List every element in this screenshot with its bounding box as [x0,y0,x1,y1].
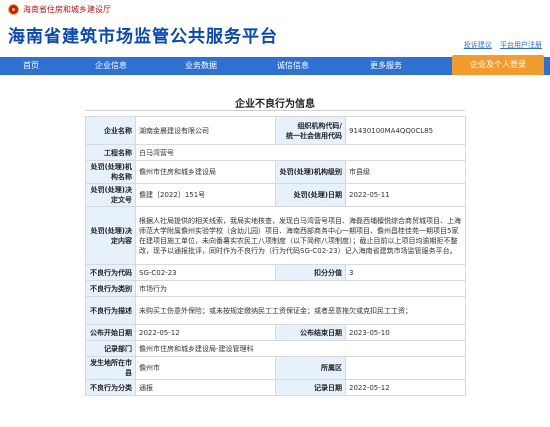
description-label: 不良行为描述 [85,296,136,325]
decision-no-label: 处罚(处理)决定文号 [85,183,136,207]
decision-date-value: 2022-05-11 [345,183,466,207]
decision-no-value: 儋建〔2022〕151号 [135,183,276,207]
complaint-link[interactable]: 投诉建议 [464,41,492,49]
handling-org-label: 处罚(处理)机构名称 [85,160,136,184]
handling-level-label: 处罚(处理)机构级别 [275,160,346,184]
emblem-icon [8,4,19,15]
handling-org-value: 儋州市住房和城乡建设局 [135,160,276,184]
nav-credit-info[interactable]: 诚信信息 [262,57,324,75]
org-code-value: 91430100MA4QQ0CL85 [345,116,466,145]
nav-business-data[interactable]: 业务数据 [170,57,232,75]
description-value: 未购买工伤意外保险；或未按规定缴纳民工工资保证金；或者恶意拖欠或克扣民工工资； [135,296,466,325]
decision-date-label: 处罚(处理)日期 [275,183,346,207]
table-row: 发生地所在市县 儋州市 所属区 [85,356,466,380]
company-value: 湖南金晨建设有限公司 [135,116,276,145]
panel-title: 企业不良行为信息 [235,99,315,110]
table-row: 处罚(处理)机构名称 儋州市住房和城乡建设局 处罚(处理)机构级别 市县级 [85,160,466,184]
deduct-value: 3 [345,264,466,281]
publish-end-label: 公布结束日期 [275,324,346,341]
detail-table: 企业名称 湖南金晨建设有限公司 组织机构代码/ 统一社会信用代码 9143010… [85,116,466,396]
table-row: 处罚(处理)决定内容 根据人社局提供的相关线索，我局实地核查，发现白马湾营号项目… [85,206,466,265]
org-code-label-line1: 组织机构代码/ [297,121,342,130]
record-value: 儋州市住房和城乡建设局-建设管理科 [135,340,466,357]
handling-level-value: 市县级 [345,160,466,184]
table-row: 不良行为分类 通报 记录日期 2022-05-12 [85,379,466,396]
publish-end-value: 2023-05-10 [345,324,466,341]
org-code-label-line2: 统一社会信用代码 [286,131,342,140]
entry-date-value: 2022-05-12 [345,379,466,396]
project-label: 工程名称 [85,144,136,161]
table-row: 不良行为代码 SG-C02-23 扣分分值 3 [85,264,466,281]
table-row: 公布开始日期 2022-05-12 公布结束日期 2023-05-10 [85,324,466,341]
decision-content-label: 处罚(处理)决定内容 [85,206,136,265]
behavior-code-value: SG-C02-23 [135,264,276,281]
site-title: 海南省建筑市场监管公共服务平台 [8,27,278,47]
nav-home[interactable]: 首页 [0,57,62,75]
company-label: 企业名称 [85,116,136,145]
behavior-code-label: 不良行为代码 [85,264,136,281]
nav-more-services[interactable]: 更多服务 [355,57,417,75]
nav-company-info[interactable]: 企业信息 [80,57,142,75]
category-value: 市场行为 [135,280,466,297]
login-button[interactable]: 企业及个人登录 [452,55,544,75]
org-code-label: 组织机构代码/ 统一社会信用代码 [275,116,346,145]
table-row: 处罚(处理)决定文号 儋建〔2022〕151号 处罚(处理)日期 2022-05… [85,183,466,207]
entry-date-label: 记录日期 [275,379,346,396]
panel-divider [85,110,465,111]
decision-content-value: 根据人社局提供的相关线索，我局实地核查，发现白马湾营号项目、海磊西埔檀悦综合商贸… [135,206,466,265]
district-label: 所属区 [275,356,346,380]
deduct-label: 扣分分值 [275,264,346,281]
main-nav: 首页 企业信息 业务数据 诚信信息 更多服务 企业及个人登录 [0,55,550,75]
location-label: 发生地所在市县 [85,356,136,380]
top-links: 投诉建议 平台用户注册 [458,40,542,50]
table-row: 不良行为类别 市场行为 [85,280,466,297]
table-row: 企业名称 湖南金晨建设有限公司 组织机构代码/ 统一社会信用代码 9143010… [85,116,466,145]
location-value: 儋州市 [135,356,276,380]
table-row: 不良行为描述 未购买工伤意外保险；或未按规定缴纳民工工资保证金；或者恶意拖欠或克… [85,296,466,325]
table-row: 工程名称 白马湾营号 [85,144,466,161]
category-label: 不良行为类别 [85,280,136,297]
district-value [345,356,466,380]
table-row: 记录部门 儋州市住房和城乡建设局-建设管理科 [85,340,466,357]
classification-value: 通报 [135,379,276,396]
project-value: 白马湾营号 [135,144,466,161]
register-link[interactable]: 平台用户注册 [500,41,542,49]
publish-date-label: 公布开始日期 [85,324,136,341]
publish-date-value: 2022-05-12 [135,324,276,341]
site-header: 海南省住房和城乡建设厅 海南省建筑市场监管公共服务平台 投诉建议 平台用户注册 [0,0,550,52]
classification-label: 不良行为分类 [85,379,136,396]
department-name: 海南省住房和城乡建设厅 [23,5,111,14]
record-label: 记录部门 [85,340,136,357]
